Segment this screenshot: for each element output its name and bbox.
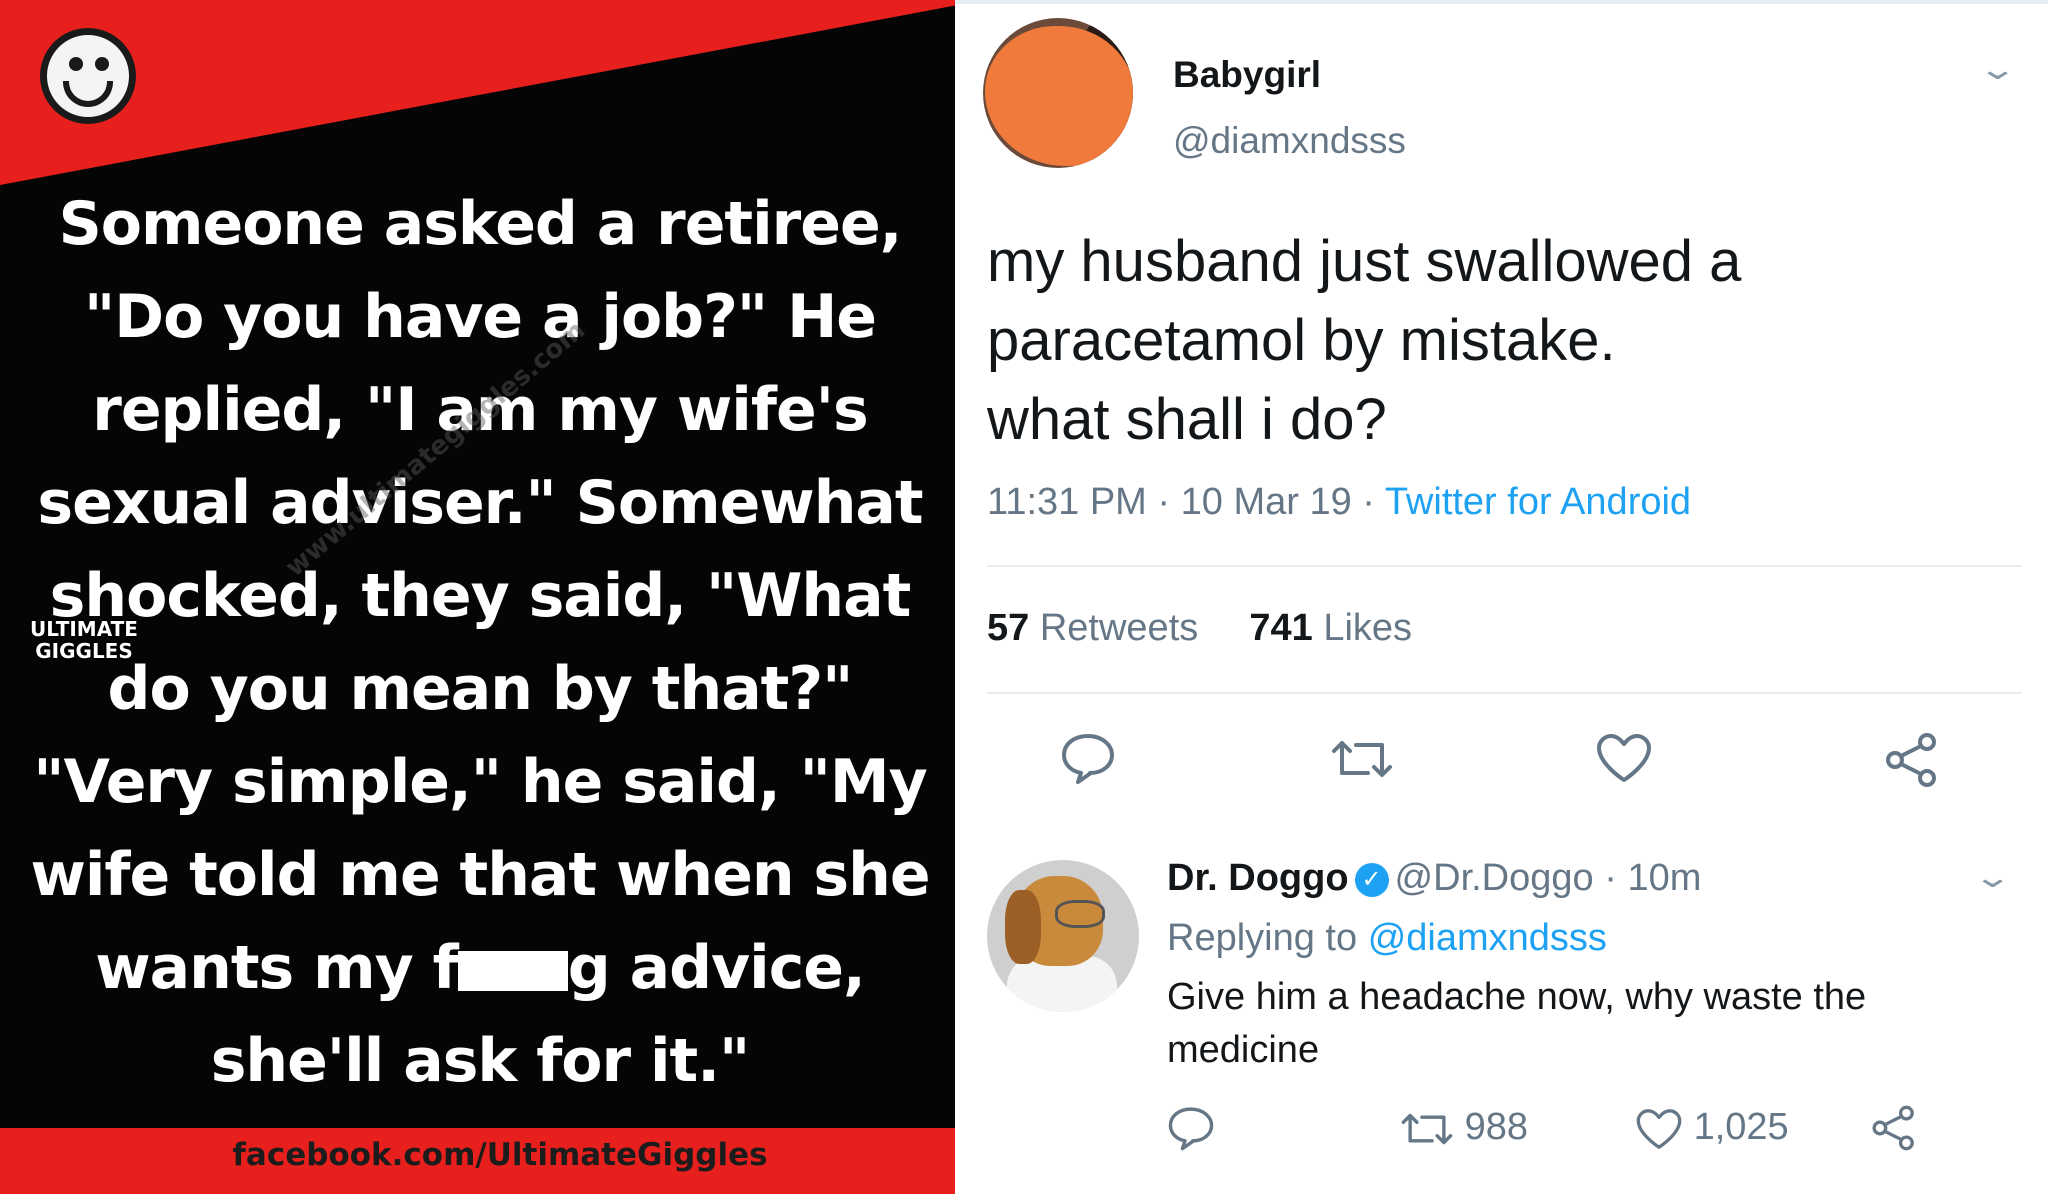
- retweets-stat[interactable]: 57 Retweets: [987, 607, 1198, 649]
- reply-text-line: medicine: [1167, 1029, 1320, 1071]
- reply-like-count: 1,025: [1693, 1106, 1789, 1148]
- scribble-redaction: [985, 26, 1133, 166]
- retweet-icon: [1332, 741, 1392, 777]
- reply-author-name[interactable]: Dr. Doggo: [1167, 857, 1349, 899]
- reply-time[interactable]: 10m: [1627, 857, 1701, 899]
- likes-stat[interactable]: 741 Likes: [1249, 607, 1412, 649]
- share-icon: [1872, 1105, 1914, 1151]
- reply-author-avatar[interactable]: [987, 860, 1139, 1012]
- joke-fragment: wants my f: [95, 933, 459, 1003]
- reply-icon: [1168, 1107, 1214, 1151]
- top-border: [955, 0, 2048, 4]
- retweet-button[interactable]: [1330, 735, 1394, 783]
- joke-fragment: g advice,: [567, 933, 866, 1003]
- reply-text-line: Give him a headache now, why waste the: [1167, 976, 1867, 1018]
- divider: [987, 565, 2022, 567]
- share-button[interactable]: [1883, 732, 1941, 788]
- badge-text-bottom: GIGGLES: [35, 639, 133, 663]
- reply-icon: [1062, 734, 1114, 784]
- joke-line: Someone asked a retiree,: [58, 189, 903, 259]
- chevron-down-icon[interactable]: ⌄: [1977, 52, 2017, 87]
- reply-reply-button[interactable]: [1167, 1105, 1215, 1151]
- tweet-text-line: what shall i do?: [987, 387, 1387, 452]
- reply-like-button[interactable]: 1,025: [1635, 1106, 1789, 1151]
- reply-header: Dr. Doggo ✓ @Dr.Doggo · 10m: [1167, 857, 1702, 899]
- reply-share-button[interactable]: [1870, 1104, 1918, 1152]
- red-banner-top: [0, 0, 955, 185]
- tweet-text: my husband just swallowed a paracetamol …: [987, 222, 2027, 459]
- joke-line: do you mean by that?": [107, 654, 854, 724]
- tweet-screenshot: Babygirl @diamxndsss ⌄ my husband just s…: [955, 0, 2048, 1194]
- joke-line: "Do you have a job?" He: [84, 282, 877, 352]
- tweet-time[interactable]: 11:31 PM: [987, 481, 1147, 523]
- reply-author-handle[interactable]: @Dr.Doggo: [1395, 857, 1594, 899]
- reply-button[interactable]: [1060, 732, 1116, 784]
- smiley-logo-icon: [40, 28, 136, 124]
- ultimate-giggles-badge: ULTIMATE GIGGLES: [22, 618, 146, 662]
- tweet-date[interactable]: 10 Mar 19: [1181, 481, 1352, 523]
- like-button[interactable]: [1595, 732, 1653, 784]
- heart-icon: [1636, 1109, 1682, 1149]
- tweet-text-line: my husband just swallowed a: [987, 229, 1742, 294]
- tweet-text-line: paracetamol by mistake.: [987, 308, 1616, 373]
- author-name[interactable]: Babygirl: [1173, 54, 1321, 96]
- joke-line: wife told me that when she: [30, 840, 930, 910]
- separator: ·: [1351, 481, 1385, 523]
- tweet-source[interactable]: Twitter for Android: [1385, 481, 1691, 523]
- joke-line: "Very simple," he said, "My: [33, 747, 927, 817]
- author-avatar[interactable]: [983, 18, 1133, 168]
- replying-to: Replying to @diamxndsss: [1167, 917, 1607, 959]
- divider: [987, 692, 2022, 694]
- censor-bar: [457, 951, 568, 992]
- replying-to-handle[interactable]: @diamxndsss: [1368, 917, 1607, 959]
- tweet-stats: 57 Retweets 741 Likes: [987, 607, 1412, 650]
- footer-facebook-link: facebook.com/UltimateGiggles: [232, 1137, 768, 1173]
- joke-line: she'll ask for it.": [210, 1026, 751, 1096]
- joke-line: shocked, they said, "What: [49, 561, 912, 631]
- joke-line: sexual adviser." Somewhat: [37, 468, 923, 538]
- author-handle[interactable]: @diamxndsss: [1173, 120, 1406, 162]
- heart-icon: [1597, 734, 1651, 782]
- meme-joke-text: Someone asked a retiree, "Do you have a …: [30, 178, 930, 1108]
- reply-retweet-button[interactable]: 988: [1400, 1106, 1528, 1150]
- reply-retweet-count: 988: [1464, 1106, 1528, 1148]
- joke-line-censored: wants my f g advice,: [30, 922, 930, 1015]
- meme-image: Someone asked a retiree, "Do you have a …: [0, 0, 955, 1194]
- separator: ·: [1146, 481, 1181, 523]
- chevron-down-icon[interactable]: ⌄: [1972, 860, 2012, 895]
- retweet-icon: [1401, 1113, 1453, 1145]
- badge-text-top: ULTIMATE: [30, 617, 138, 641]
- verified-badge-icon: ✓: [1354, 862, 1389, 897]
- share-icon: [1886, 733, 1936, 787]
- tweet-meta: 11:31 PM · 10 Mar 19 · Twitter for Andro…: [987, 481, 1691, 524]
